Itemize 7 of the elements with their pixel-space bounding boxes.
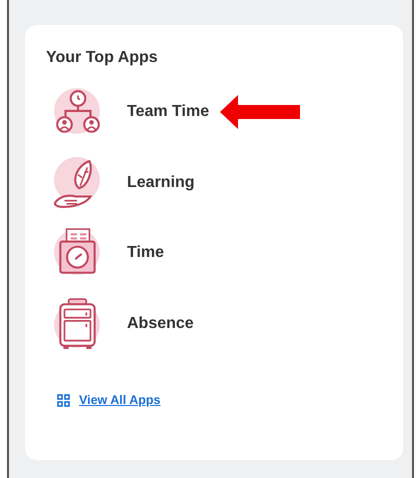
grid-icon — [57, 394, 70, 406]
app-link[interactable]: Learning — [127, 174, 195, 192]
app-link[interactable]: Time — [127, 244, 164, 262]
app-link[interactable]: Team Time — [127, 103, 210, 122]
card-title: Your Top Apps — [46, 49, 159, 67]
app-link[interactable]: Absence — [127, 314, 194, 333]
view-all-link[interactable]: View All Apps — [79, 393, 161, 407]
